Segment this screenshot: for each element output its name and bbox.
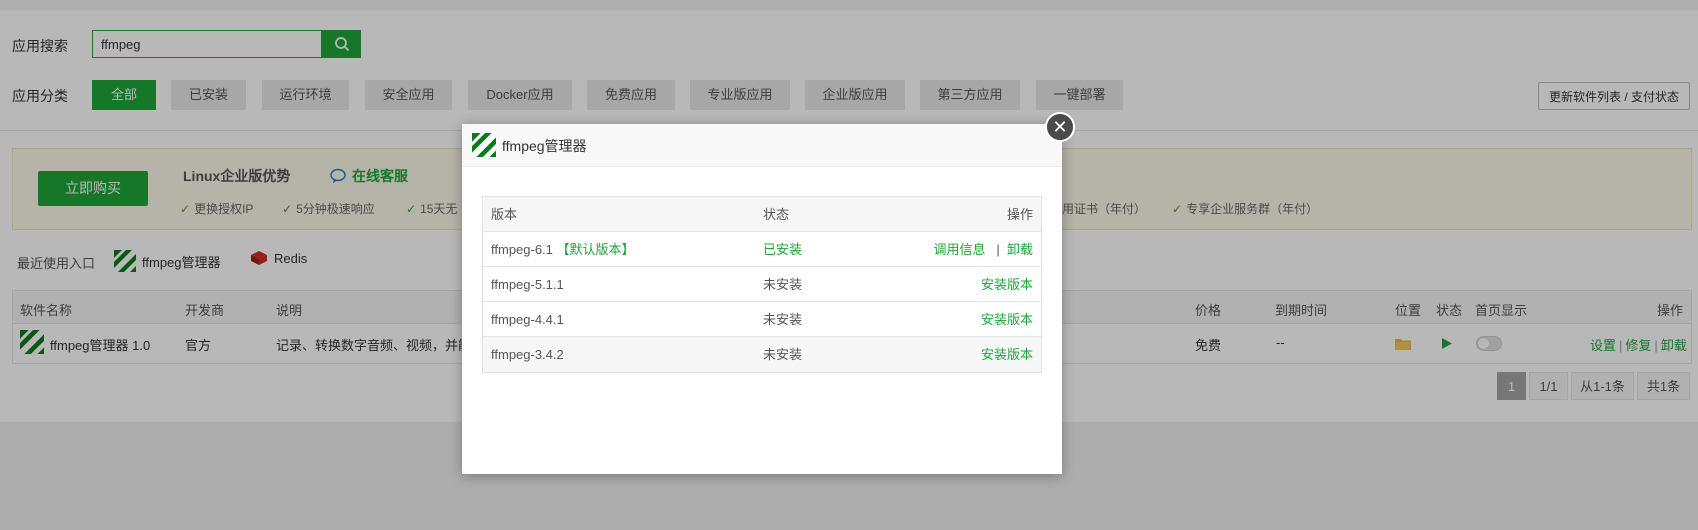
dialog-header: ffmpeg管理器 — [462, 124, 1062, 167]
default-version-tag: 【默认版本】 — [556, 242, 635, 257]
table-row: ffmpeg-5.1.1 未安装 安装版本 — [483, 267, 1041, 302]
install-version-link[interactable]: 安装版本 — [981, 267, 1033, 302]
version-status: 未安装 — [763, 347, 803, 362]
version-label: ffmpeg-4.4.1 — [491, 312, 564, 327]
col-operations: 操作 — [1006, 207, 1033, 222]
ffmpeg-logo-icon — [472, 133, 496, 160]
version-label: ffmpeg-3.4.2 — [491, 347, 564, 362]
table-row: ffmpeg-3.4.2 未安装 安装版本 — [483, 337, 1041, 372]
table-row: ffmpeg-6.1 【默认版本】 已安装 调用信息 | 卸载 — [483, 232, 1041, 267]
close-icon[interactable]: ✕ — [1045, 112, 1075, 142]
version-table: 版本 状态 操作 ffmpeg-6.1 【默认版本】 已安装 调用信息 | 卸载… — [482, 196, 1042, 373]
uninstall-link[interactable]: 卸载 — [1007, 242, 1033, 257]
ffmpeg-manager-dialog: ffmpeg管理器 版本 状态 操作 ffmpeg-6.1 【默认版本】 已安装… — [462, 124, 1062, 474]
version-status: 未安装 — [763, 277, 803, 292]
table-row: ffmpeg-4.4.1 未安装 安装版本 — [483, 302, 1041, 337]
dialog-title: ffmpeg管理器 — [502, 138, 587, 154]
version-status: 未安装 — [763, 312, 803, 327]
col-version: 版本 — [491, 207, 518, 222]
version-label: ffmpeg-5.1.1 — [491, 277, 564, 292]
version-table-header: 版本 状态 操作 — [483, 197, 1041, 232]
version-status: 已安装 — [763, 242, 803, 257]
install-version-link[interactable]: 安装版本 — [981, 302, 1033, 337]
version-operations: 调用信息 | 卸载 — [934, 232, 1034, 267]
install-version-link[interactable]: 安装版本 — [981, 337, 1033, 372]
call-info-link[interactable]: 调用信息 — [934, 242, 986, 257]
separator: | — [996, 242, 1000, 257]
col-status: 状态 — [763, 207, 790, 222]
version-name: ffmpeg-6.1 【默认版本】 — [491, 232, 635, 267]
version-label: ffmpeg-6.1 — [491, 242, 553, 257]
